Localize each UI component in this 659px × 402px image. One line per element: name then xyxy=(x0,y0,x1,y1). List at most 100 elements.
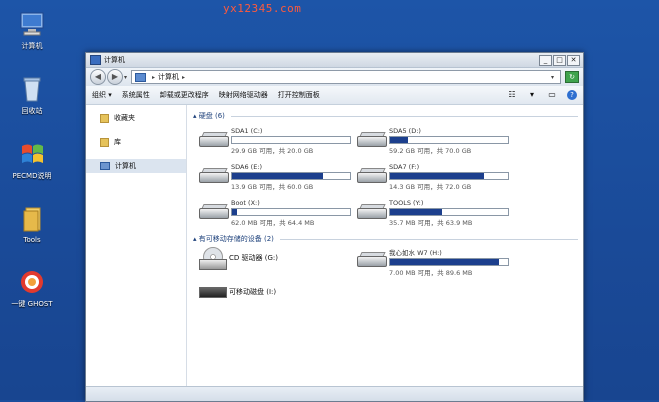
preview-pane-icon[interactable]: ▭ xyxy=(547,90,557,100)
drive-item[interactable]: SDA5 (D:) 59.2 GB 可用，共 70.0 GB xyxy=(357,127,517,155)
breadcrumb-chevron-icon[interactable]: ▸ xyxy=(182,74,185,81)
drive-name: SDA1 (C:) xyxy=(231,127,263,135)
group-header-removable[interactable]: ▴ 有可移动存储的设备 (2) xyxy=(193,234,578,244)
drive-usage-bar xyxy=(389,172,509,180)
nav-item-label: 库 xyxy=(114,138,121,146)
hard-drive-icon xyxy=(199,202,229,219)
window-title: 计算机 xyxy=(104,56,125,64)
nav-item-label: 收藏夹 xyxy=(114,114,135,122)
uninstall-program-button[interactable]: 卸载或更改程序 xyxy=(160,90,209,100)
nav-item-computer[interactable]: 计算机 xyxy=(86,159,186,173)
drive-name: 我心如水 W7 (H:) xyxy=(389,249,442,257)
open-control-panel-button[interactable]: 打开控制面板 xyxy=(278,90,320,100)
drive-item[interactable]: SDA7 (F:) 14.3 GB 可用，共 72.0 GB xyxy=(357,163,517,191)
address-bar-row: ◀ ▶ ▾ ▸ 计算机 ▸ ▾ ↻ xyxy=(86,68,583,86)
drive-name: TOOLS (Y:) xyxy=(389,199,424,207)
minimize-button[interactable]: _ xyxy=(539,54,552,66)
desktop-icon-pecmd[interactable]: PECMD说明 xyxy=(2,140,62,181)
command-bar: 组织 ▾ 系统属性 卸载或更改程序 映射网络驱动器 打开控制面板 ☷ ▾ ▭ ? xyxy=(86,86,583,105)
drive-name: SDA7 (F:) xyxy=(389,163,420,171)
details-pane xyxy=(86,386,583,401)
hard-drive-icon xyxy=(357,130,387,147)
folder-icon xyxy=(18,205,46,233)
desktop-icon-label: 计算机 xyxy=(21,42,43,50)
folder-icon xyxy=(100,113,109,123)
navigation-pane: 收藏夹 库 计算机 xyxy=(86,105,187,387)
content-pane: ▴ 硬盘 (6) SDA1 (C:) 29.9 GB 可用，共 20.0 GB … xyxy=(187,105,583,387)
hard-drive-icon xyxy=(199,166,229,183)
close-button[interactable]: ✕ xyxy=(567,54,580,66)
pecmd-icon xyxy=(18,140,46,168)
view-options-icon[interactable]: ☷ xyxy=(507,90,517,100)
drive-name: Boot (X:) xyxy=(231,199,260,207)
maximize-button[interactable]: □ xyxy=(553,54,566,66)
drive-item[interactable]: SDA6 (E:) 13.9 GB 可用，共 60.0 GB xyxy=(199,163,359,191)
desktop-icon-computer[interactable]: 计算机 xyxy=(2,10,62,51)
cd-drive-icon xyxy=(199,247,227,270)
group-title: 硬盘 (6) xyxy=(198,112,225,120)
drive-item[interactable]: TOOLS (Y:) 35.7 MB 可用，共 63.9 MB xyxy=(357,199,517,227)
hard-drive-icon xyxy=(357,202,387,219)
history-dropdown-icon[interactable]: ▾ xyxy=(124,74,127,81)
desktop-icon-tools[interactable]: Tools xyxy=(2,205,62,244)
organize-button[interactable]: 组织 ▾ xyxy=(92,90,112,100)
group-header-hard-disks[interactable]: ▴ 硬盘 (6) xyxy=(193,111,578,121)
drive-name: SDA5 (D:) xyxy=(389,127,421,135)
folder-icon xyxy=(100,137,109,147)
address-box[interactable]: ▸ 计算机 ▸ ▾ xyxy=(131,70,561,84)
drive-name: 可移动磁盘 (I:) xyxy=(229,288,277,296)
ghost-icon xyxy=(18,268,46,296)
drive-size: 62.0 MB 可用，共 64.4 MB xyxy=(231,219,315,227)
nav-item-favorites[interactable]: 收藏夹 xyxy=(86,111,186,125)
help-icon[interactable]: ? xyxy=(567,90,577,100)
drive-size: 35.7 MB 可用，共 63.9 MB xyxy=(389,219,473,227)
forward-arrow-icon[interactable]: ▶ xyxy=(107,69,123,85)
drive-size: 14.3 GB 可用，共 72.0 GB xyxy=(389,183,472,191)
explorer-window: 计算机 _ □ ✕ ◀ ▶ ▾ ▸ 计算机 ▸ ▾ ↻ 组织 ▾ 系统属性 卸载… xyxy=(85,52,584,402)
drive-usage-bar xyxy=(231,136,351,144)
computer-icon xyxy=(18,10,46,38)
desktop-icon-recycle-bin[interactable]: 回收站 xyxy=(2,75,62,116)
usb-drive-icon xyxy=(199,281,227,303)
computer-icon xyxy=(100,162,110,170)
drive-name: CD 驱动器 (G:) xyxy=(229,254,278,262)
nav-item-libraries[interactable]: 库 xyxy=(86,135,186,149)
drive-usage-bar xyxy=(389,136,509,144)
hard-drive-icon xyxy=(357,166,387,183)
refresh-icon[interactable]: ↻ xyxy=(565,71,579,83)
window-icon xyxy=(90,55,101,65)
hard-drive-icon xyxy=(199,130,229,147)
drive-size: 7.00 MB 可用，共 89.6 MB xyxy=(389,269,473,277)
drive-size: 59.2 GB 可用，共 70.0 GB xyxy=(389,147,472,155)
desktop-icon-label: Tools xyxy=(23,236,41,244)
drive-item-removable[interactable]: 可移动磁盘 (I:) xyxy=(199,281,276,303)
drive-item-usb[interactable]: 我心如水 W7 (H:) 7.00 MB 可用，共 89.6 MB xyxy=(357,247,517,277)
system-properties-button[interactable]: 系统属性 xyxy=(122,90,150,100)
desktop-icon-ghost[interactable]: 一键 GHOST xyxy=(2,268,62,309)
drive-item[interactable]: Boot (X:) 62.0 MB 可用，共 64.4 MB xyxy=(199,199,359,227)
drive-usage-bar xyxy=(389,258,509,266)
drive-usage-bar xyxy=(231,208,351,216)
drive-usage-bar xyxy=(231,172,351,180)
breadcrumb-computer[interactable]: 计算机 xyxy=(158,72,179,82)
title-bar[interactable]: 计算机 _ □ ✕ xyxy=(86,53,583,68)
back-arrow-icon[interactable]: ◀ xyxy=(90,69,106,85)
drive-item[interactable]: SDA1 (C:) 29.9 GB 可用，共 20.0 GB xyxy=(199,127,359,155)
view-dropdown-icon[interactable]: ▾ xyxy=(527,90,537,100)
group-title: 有可移动存储的设备 (2) xyxy=(198,235,274,243)
desktop-icon-label: PECMD说明 xyxy=(12,172,52,180)
window-body: 收藏夹 库 计算机 ▴ 硬盘 (6) SDA1 (C:) 29.9 GB 可用，… xyxy=(86,105,583,387)
desktop-icon-label: 回收站 xyxy=(21,107,43,115)
drive-size: 13.9 GB 可用，共 60.0 GB xyxy=(231,183,314,191)
drive-size: 29.9 GB 可用，共 20.0 GB xyxy=(231,147,314,155)
usb-drive-icon xyxy=(357,250,387,267)
drive-item-cd[interactable]: CD 驱动器 (G:) xyxy=(199,247,278,270)
recycle-bin-icon xyxy=(18,75,46,103)
breadcrumb-chevron-icon[interactable]: ▸ xyxy=(152,74,155,81)
computer-icon xyxy=(135,72,147,82)
drive-usage-bar xyxy=(389,208,509,216)
map-network-drive-button[interactable]: 映射网络驱动器 xyxy=(219,90,268,100)
nav-item-label: 计算机 xyxy=(115,162,136,170)
drive-name: SDA6 (E:) xyxy=(231,163,263,171)
address-dropdown-icon[interactable]: ▾ xyxy=(551,74,554,81)
